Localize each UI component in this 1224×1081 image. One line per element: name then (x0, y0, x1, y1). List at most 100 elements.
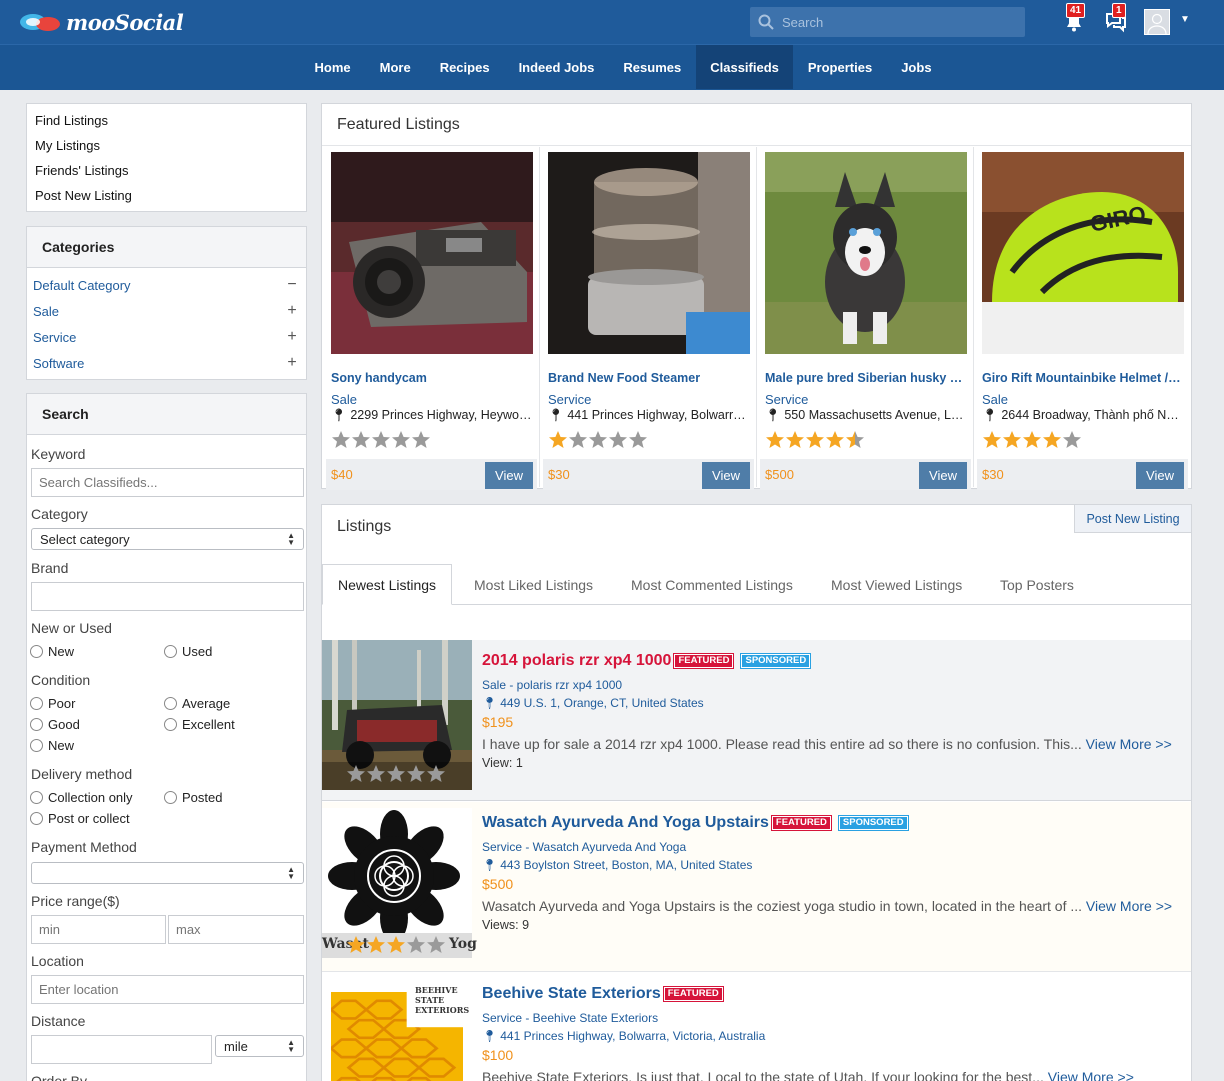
listing-category-link[interactable]: Sale - polaris rzr xp4 1000 (482, 678, 622, 692)
featured-category[interactable]: Sale (982, 392, 1008, 407)
view-button[interactable]: View (919, 462, 967, 489)
view-more-link[interactable]: View More >> (1086, 736, 1172, 752)
moosocial-logo[interactable]: mooSocial (18, 7, 184, 37)
listing-photo-steamer[interactable] (548, 152, 750, 354)
radio-circle[interactable] (30, 697, 43, 710)
radio-collection-only[interactable]: Collection only (30, 790, 133, 805)
listing-title[interactable]: Beehive State Exteriors FEATURED (482, 985, 724, 1003)
listing-location[interactable]: 📍︎ 449 U.S. 1, Orange, CT, United States (482, 696, 704, 710)
listing-category-link[interactable]: Service - Wasatch Ayurveda And Yoga (482, 840, 686, 854)
view-button[interactable]: View (485, 462, 533, 489)
messages-button[interactable]: 1 (1104, 3, 1128, 34)
category-default[interactable]: Default Category − (27, 272, 306, 298)
category-label[interactable]: Service (33, 330, 76, 345)
post-new-listing-button[interactable]: Post New Listing (1074, 505, 1191, 533)
radio-new[interactable]: New (30, 644, 74, 659)
menu-friends-listings[interactable]: Friends' Listings (35, 162, 306, 187)
global-search-input[interactable] (782, 14, 1012, 30)
radio-poor[interactable]: Poor (30, 696, 75, 711)
collapse-icon[interactable]: − (286, 276, 298, 294)
category-select[interactable]: Select category ▲ ▼ (31, 528, 304, 550)
featured-title-link[interactable]: Male pure bred Siberian husky puppy (765, 371, 967, 385)
category-label[interactable]: Software (33, 356, 84, 371)
radio-circle[interactable] (164, 791, 177, 804)
featured-address: 📍︎ 2299 Princes Highway, Heywood, Victor… (331, 408, 533, 423)
radio-circle[interactable] (164, 645, 177, 658)
nav-resumes[interactable]: Resumes (609, 45, 696, 89)
expand-icon[interactable]: + (286, 302, 298, 320)
listing-photo-camcorder[interactable] (331, 152, 533, 354)
tab-top-posters[interactable]: Top Posters (1000, 564, 1074, 605)
radio-circle[interactable] (164, 718, 177, 731)
view-button[interactable]: View (1136, 462, 1184, 489)
radio-good[interactable]: Good (30, 717, 80, 732)
radio-circle[interactable] (30, 718, 43, 731)
menu-find-listings[interactable]: Find Listings (35, 112, 306, 137)
category-label[interactable]: Default Category (33, 278, 131, 293)
listing-title-link[interactable]: Wasatch Ayurveda And Yoga Upstairs (482, 814, 769, 832)
radio-circle[interactable] (30, 812, 43, 825)
global-search[interactable] (750, 7, 1025, 37)
distance-unit-select[interactable]: mile ▲ ▼ (215, 1035, 304, 1057)
featured-title-link[interactable]: Giro Rift Mountainbike Helmet / Bike (982, 371, 1184, 385)
category-software[interactable]: Software + (27, 350, 306, 376)
radio-used[interactable]: Used (164, 644, 212, 659)
nav-indeed-jobs[interactable]: Indeed Jobs (504, 45, 609, 89)
listing-location[interactable]: 📍︎ 443 Boylston Street, Boston, MA, Unite… (482, 858, 752, 872)
listing-category-link[interactable]: Service - Beehive State Exteriors (482, 1011, 658, 1025)
listing-location[interactable]: 📍︎ 441 Princes Highway, Bolwarra, Victori… (482, 1029, 765, 1043)
featured-title-link[interactable]: Brand New Food Steamer (548, 371, 750, 385)
view-more-link[interactable]: View More >> (1048, 1069, 1134, 1081)
chevron-down-icon[interactable]: ▼ (1180, 14, 1190, 25)
featured-category[interactable]: Service (765, 392, 808, 407)
featured-title-link[interactable]: Sony handycam (331, 371, 533, 385)
category-label[interactable]: Sale (33, 304, 59, 319)
menu-my-listings[interactable]: My Listings (35, 137, 306, 162)
tab-most-liked[interactable]: Most Liked Listings (474, 564, 593, 605)
notifications-button[interactable]: 41 (1062, 3, 1086, 34)
brand-input[interactable] (31, 582, 304, 611)
star-icon (387, 936, 405, 953)
expand-icon[interactable]: + (286, 328, 298, 346)
listing-title-link[interactable]: Beehive State Exteriors (482, 985, 661, 1003)
price-min-input[interactable] (31, 915, 166, 944)
radio-circle[interactable] (30, 645, 43, 658)
nav-home[interactable]: Home (300, 45, 365, 89)
listing-title-link[interactable]: 2014 polaris rzr xp4 1000 (482, 652, 671, 670)
tab-most-viewed[interactable]: Most Viewed Listings (831, 564, 962, 605)
nav-more[interactable]: More (365, 45, 425, 89)
user-avatar[interactable] (1144, 9, 1170, 35)
radio-average[interactable]: Average (164, 696, 230, 711)
tab-most-commented[interactable]: Most Commented Listings (631, 564, 793, 605)
nav-jobs[interactable]: Jobs (887, 45, 946, 89)
radio-circle[interactable] (164, 697, 177, 710)
keyword-input[interactable] (31, 468, 304, 497)
radio-circle[interactable] (30, 791, 43, 804)
category-service[interactable]: Service + (27, 324, 306, 350)
nav-properties[interactable]: Properties (793, 45, 886, 89)
nav-recipes[interactable]: Recipes (425, 45, 504, 89)
featured-category[interactable]: Sale (331, 392, 357, 407)
radio-post-or-collect[interactable]: Post or collect (30, 811, 130, 826)
star-rating (765, 430, 865, 453)
listing-photo-husky[interactable] (765, 152, 967, 354)
nav-classifieds[interactable]: Classifieds (695, 45, 794, 89)
featured-category[interactable]: Service (548, 392, 591, 407)
radio-posted[interactable]: Posted (164, 790, 222, 805)
view-more-link[interactable]: View More >> (1086, 898, 1172, 914)
view-button[interactable]: View (702, 462, 750, 489)
menu-post-new-listing[interactable]: Post New Listing (35, 187, 306, 212)
listing-photo-helmet[interactable]: GIRO (982, 152, 1184, 354)
location-input[interactable] (31, 975, 304, 1004)
radio-circle[interactable] (30, 739, 43, 752)
radio-excellent[interactable]: Excellent (164, 717, 235, 732)
expand-icon[interactable]: + (286, 354, 298, 372)
radio-condition-new[interactable]: New (30, 738, 74, 753)
listing-title[interactable]: Wasatch Ayurveda And Yoga Upstairs FEATU… (482, 814, 909, 832)
payment-select[interactable]: ▲ ▼ (31, 862, 304, 884)
distance-input[interactable] (31, 1035, 212, 1064)
category-sale[interactable]: Sale + (27, 298, 306, 324)
listing-title[interactable]: 2014 polaris rzr xp4 1000 FEATURED SPONS… (482, 652, 812, 670)
price-max-input[interactable] (168, 915, 304, 944)
tab-newest-listings[interactable]: Newest Listings (322, 564, 453, 605)
